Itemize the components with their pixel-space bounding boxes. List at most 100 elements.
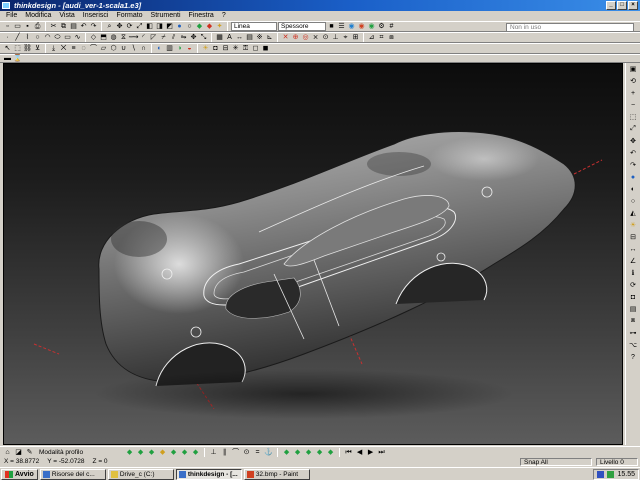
parallel-icon[interactable]: ∥ [220,448,229,457]
start-button[interactable]: Avvio [1,468,38,480]
analysis-zebra-icon[interactable]: ▥ [165,44,174,53]
text-icon[interactable]: A [225,33,234,42]
assembly-icon[interactable]: ⧈ [387,33,396,42]
globe-icon[interactable]: ◉ [347,22,356,31]
pan-icon[interactable]: ✥ [115,22,124,31]
blend-icon[interactable]: ⌒ [89,44,98,53]
snap-near-icon[interactable]: ⌖ [341,33,350,42]
loft-icon[interactable]: ⧖ [119,33,128,42]
revolve-icon[interactable]: ◍ [109,33,118,42]
view-top-icon[interactable]: ◧ [145,22,154,31]
wireframe-icon[interactable]: ○ [185,22,194,31]
material-icon[interactable]: ◉ [367,22,376,31]
shell-feature-icon[interactable]: ◆ [326,448,335,457]
fit-view-icon[interactable]: ⤢ [135,22,144,31]
fix-icon[interactable]: ⚓ [264,448,273,457]
boolean-subtract-icon[interactable]: ∖ [129,44,138,53]
menu-formato[interactable]: Formato [112,11,146,21]
cut-icon[interactable]: ✂ [49,22,58,31]
boolean-union-icon[interactable]: ∪ [119,44,128,53]
ellipse-icon[interactable]: ⬭ [53,33,62,42]
rotate-icon[interactable]: ⟳ [125,22,134,31]
measure-angle-icon[interactable]: ∠ [627,256,639,266]
select-icon[interactable]: ↖ [3,44,12,53]
car-body-3d-model[interactable] [4,64,623,445]
scale-icon[interactable]: ⤡ [199,33,208,42]
nav-next-icon[interactable]: ▶ [366,448,375,457]
minimize-button[interactable]: _ [606,1,616,10]
snap-grid-icon[interactable]: ⊞ [351,33,360,42]
table-icon[interactable]: ▤ [245,33,254,42]
constraint-icon[interactable]: ⊥ [209,448,218,457]
fillet-icon[interactable]: ◜ [139,33,148,42]
paste-icon[interactable]: ▤ [69,22,78,31]
feature-pattern-icon[interactable]: ◆ [169,448,178,457]
pan-view-icon[interactable]: ✥ [627,136,639,146]
help-icon[interactable]: ? [627,352,639,362]
patch-icon[interactable]: ▱ [99,44,108,53]
zoom-out-icon[interactable]: − [627,100,639,110]
profile-toggle-icon[interactable]: ◪ [14,448,23,457]
feature-add-icon[interactable]: ◆ [125,448,134,457]
maximize-button[interactable]: □ [617,1,627,10]
copy-icon[interactable]: ⧉ [59,22,68,31]
previous-view-icon[interactable]: ↶ [627,148,639,158]
analysis-draft-icon[interactable]: ◑ [175,44,184,53]
perspective-icon[interactable]: ◭ [627,208,639,218]
orbit-icon[interactable]: ⟲ [627,76,639,86]
measure-distance-icon[interactable]: ↔ [627,244,639,254]
menu-modifica[interactable]: Modifica [21,11,55,21]
tree-icon[interactable]: ⊶ [627,328,639,338]
open-file-icon[interactable]: ▭ [13,22,22,31]
nav-prev-icon[interactable]: ◀ [355,448,364,457]
zoom-icon[interactable]: ⌕ [105,22,114,31]
layer-manager-icon[interactable]: ▬ [3,55,12,62]
menu-finestra[interactable]: Finestra [185,11,218,21]
network-icon[interactable] [597,471,605,478]
save-icon[interactable]: ▪ [23,22,32,31]
show-icon[interactable]: ◼ [261,44,270,53]
isoline-icon[interactable]: ≡ [69,44,78,53]
scale-feature-icon[interactable]: ◆ [315,448,324,457]
layer-toggle-icon[interactable]: ▤ [627,304,639,314]
menu-file[interactable]: File [2,11,21,21]
snapshot-icon[interactable]: ◘ [627,292,639,302]
info-icon[interactable]: ℹ [627,268,639,278]
light-setup-icon[interactable]: ☀ [627,220,639,230]
line-icon[interactable]: ╱ [13,33,22,42]
boolean-intersect-icon[interactable]: ∩ [139,44,148,53]
section-icon[interactable]: ⊟ [221,44,230,53]
layer-icon[interactable]: ◆ [195,22,204,31]
taskbar-item-thinkdesign[interactable]: thinkdesign - [... [175,468,242,480]
history-tree-icon[interactable]: ⌥ [627,340,639,350]
arc-icon[interactable]: ◠ [43,33,52,42]
clock[interactable]: 15.55 [617,471,635,478]
feature-thread-icon[interactable]: ◆ [191,448,200,457]
profile-mode-label[interactable]: Modalità profilo [39,449,83,456]
workplane-icon[interactable]: ⊿ [367,33,376,42]
filter-icon[interactable]: ⊻ [33,44,42,53]
undo-icon[interactable]: ↶ [79,22,88,31]
view-cube-icon[interactable]: ▣ [627,64,639,74]
redo-icon[interactable]: ↷ [89,22,98,31]
view-iso-icon[interactable]: ◩ [165,22,174,31]
point-icon[interactable]: · [3,33,12,42]
dimension-icon[interactable]: ↔ [235,33,244,42]
menu-inserisci[interactable]: Inserisci [79,11,113,21]
taskbar-item-drive[interactable]: Drive_c (C:) [107,468,174,480]
mirror-icon[interactable]: ⇋ [179,33,188,42]
level-status[interactable]: Livello 0 [596,458,638,466]
snap-perp-icon[interactable]: ⊥ [331,33,340,42]
select-chain-icon[interactable]: ⛓ [23,44,32,53]
menu-vista[interactable]: Vista [55,11,78,21]
hatch-icon[interactable]: ▦ [215,33,224,42]
extrude-icon[interactable]: ⬒ [99,33,108,42]
camera-icon[interactable]: ◘ [211,44,220,53]
search-input[interactable]: Non in uso [506,23,634,32]
next-view-icon[interactable]: ↷ [627,160,639,170]
zoom-in-icon[interactable]: + [627,88,639,98]
3d-viewport[interactable] [3,63,623,445]
clip-plane-icon[interactable]: ⊟ [627,232,639,242]
zoom-all-icon[interactable]: ⤢ [627,124,639,134]
thickness-combo[interactable]: Spessore [278,22,326,31]
